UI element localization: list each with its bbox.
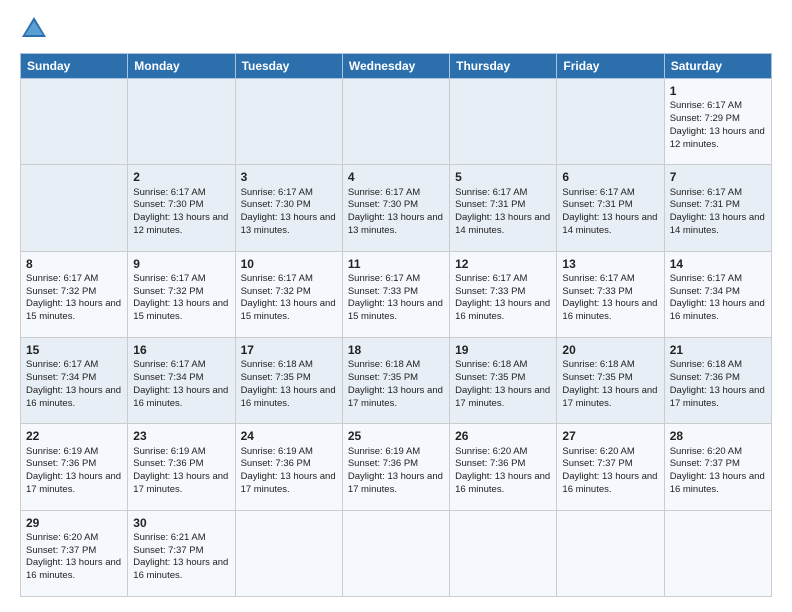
calendar-cell: 23Sunrise: 6:19 AMSunset: 7:36 PMDayligh… bbox=[128, 424, 235, 510]
calendar-cell: 5Sunrise: 6:17 AMSunset: 7:31 PMDaylight… bbox=[450, 165, 557, 251]
calendar-cell: 17Sunrise: 6:18 AMSunset: 7:35 PMDayligh… bbox=[235, 337, 342, 423]
calendar-day-header: Friday bbox=[557, 54, 664, 79]
logo-icon bbox=[20, 15, 48, 43]
calendar-cell: 24Sunrise: 6:19 AMSunset: 7:36 PMDayligh… bbox=[235, 424, 342, 510]
calendar-cell: 7Sunrise: 6:17 AMSunset: 7:31 PMDaylight… bbox=[664, 165, 771, 251]
calendar-week-row: 15Sunrise: 6:17 AMSunset: 7:34 PMDayligh… bbox=[21, 337, 772, 423]
calendar-cell: 2Sunrise: 6:17 AMSunset: 7:30 PMDaylight… bbox=[128, 165, 235, 251]
header bbox=[20, 15, 772, 43]
calendar-cell: 6Sunrise: 6:17 AMSunset: 7:31 PMDaylight… bbox=[557, 165, 664, 251]
calendar-cell: 20Sunrise: 6:18 AMSunset: 7:35 PMDayligh… bbox=[557, 337, 664, 423]
calendar-cell-empty bbox=[235, 79, 342, 165]
calendar-week-row: 1Sunrise: 6:17 AMSunset: 7:29 PMDaylight… bbox=[21, 79, 772, 165]
logo bbox=[20, 15, 52, 43]
calendar-cell: 9Sunrise: 6:17 AMSunset: 7:32 PMDaylight… bbox=[128, 251, 235, 337]
calendar-table: SundayMondayTuesdayWednesdayThursdayFrid… bbox=[20, 53, 772, 597]
calendar-cell-empty bbox=[21, 165, 128, 251]
calendar-cell: 8Sunrise: 6:17 AMSunset: 7:32 PMDaylight… bbox=[21, 251, 128, 337]
calendar-cell: 13Sunrise: 6:17 AMSunset: 7:33 PMDayligh… bbox=[557, 251, 664, 337]
calendar-cell-empty bbox=[342, 510, 449, 596]
calendar-cell: 21Sunrise: 6:18 AMSunset: 7:36 PMDayligh… bbox=[664, 337, 771, 423]
calendar-cell: 19Sunrise: 6:18 AMSunset: 7:35 PMDayligh… bbox=[450, 337, 557, 423]
calendar-cell-empty bbox=[450, 79, 557, 165]
calendar-header-row: SundayMondayTuesdayWednesdayThursdayFrid… bbox=[21, 54, 772, 79]
calendar-cell-empty bbox=[342, 79, 449, 165]
calendar-day-header: Thursday bbox=[450, 54, 557, 79]
calendar-week-row: 29Sunrise: 6:20 AMSunset: 7:37 PMDayligh… bbox=[21, 510, 772, 596]
calendar-week-row: 8Sunrise: 6:17 AMSunset: 7:32 PMDaylight… bbox=[21, 251, 772, 337]
calendar-cell-empty bbox=[557, 79, 664, 165]
calendar-cell: 14Sunrise: 6:17 AMSunset: 7:34 PMDayligh… bbox=[664, 251, 771, 337]
calendar-cell: 28Sunrise: 6:20 AMSunset: 7:37 PMDayligh… bbox=[664, 424, 771, 510]
calendar-week-row: 2Sunrise: 6:17 AMSunset: 7:30 PMDaylight… bbox=[21, 165, 772, 251]
calendar-cell: 11Sunrise: 6:17 AMSunset: 7:33 PMDayligh… bbox=[342, 251, 449, 337]
calendar-cell-empty bbox=[21, 79, 128, 165]
calendar-cell: 26Sunrise: 6:20 AMSunset: 7:36 PMDayligh… bbox=[450, 424, 557, 510]
calendar-cell: 16Sunrise: 6:17 AMSunset: 7:34 PMDayligh… bbox=[128, 337, 235, 423]
calendar-cell-empty bbox=[450, 510, 557, 596]
calendar-cell: 10Sunrise: 6:17 AMSunset: 7:32 PMDayligh… bbox=[235, 251, 342, 337]
calendar-cell: 22Sunrise: 6:19 AMSunset: 7:36 PMDayligh… bbox=[21, 424, 128, 510]
calendar-day-header: Saturday bbox=[664, 54, 771, 79]
calendar-cell: 30Sunrise: 6:21 AMSunset: 7:37 PMDayligh… bbox=[128, 510, 235, 596]
calendar-cell: 4Sunrise: 6:17 AMSunset: 7:30 PMDaylight… bbox=[342, 165, 449, 251]
calendar-cell: 15Sunrise: 6:17 AMSunset: 7:34 PMDayligh… bbox=[21, 337, 128, 423]
calendar-cell-empty bbox=[557, 510, 664, 596]
calendar-cell-empty bbox=[664, 510, 771, 596]
calendar-cell: 18Sunrise: 6:18 AMSunset: 7:35 PMDayligh… bbox=[342, 337, 449, 423]
calendar-day-header: Monday bbox=[128, 54, 235, 79]
page: SundayMondayTuesdayWednesdayThursdayFrid… bbox=[0, 0, 792, 612]
calendar-cell: 3Sunrise: 6:17 AMSunset: 7:30 PMDaylight… bbox=[235, 165, 342, 251]
calendar-cell: 12Sunrise: 6:17 AMSunset: 7:33 PMDayligh… bbox=[450, 251, 557, 337]
calendar-day-header: Wednesday bbox=[342, 54, 449, 79]
calendar-cell-empty bbox=[235, 510, 342, 596]
calendar-day-header: Tuesday bbox=[235, 54, 342, 79]
calendar-cell: 25Sunrise: 6:19 AMSunset: 7:36 PMDayligh… bbox=[342, 424, 449, 510]
calendar-cell: 29Sunrise: 6:20 AMSunset: 7:37 PMDayligh… bbox=[21, 510, 128, 596]
calendar-cell: 1Sunrise: 6:17 AMSunset: 7:29 PMDaylight… bbox=[664, 79, 771, 165]
calendar-day-header: Sunday bbox=[21, 54, 128, 79]
calendar-week-row: 22Sunrise: 6:19 AMSunset: 7:36 PMDayligh… bbox=[21, 424, 772, 510]
calendar-cell-empty bbox=[128, 79, 235, 165]
calendar-cell: 27Sunrise: 6:20 AMSunset: 7:37 PMDayligh… bbox=[557, 424, 664, 510]
